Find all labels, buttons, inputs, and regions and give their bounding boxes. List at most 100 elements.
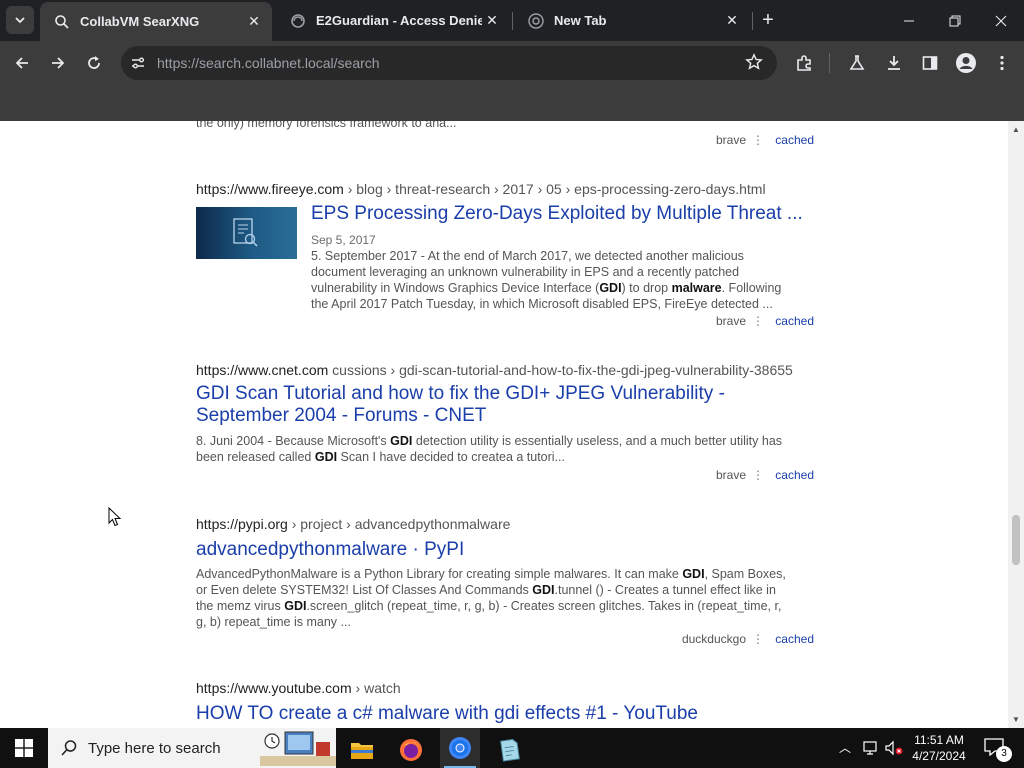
taskbar-firefox[interactable] <box>391 732 431 768</box>
snippet-line: AdvancedPythonMalware is a Python Librar… <box>196 566 810 582</box>
cached-link[interactable]: cached <box>775 133 814 147</box>
kebab-icon[interactable]: ⋮ <box>752 314 764 328</box>
notifications-button[interactable]: 3 <box>980 734 1016 762</box>
address-bar[interactable]: https://search.collabnet.local/search <box>121 46 777 80</box>
windows-taskbar: Type here to search ︿ 11:51 AM 4/27/2024… <box>0 728 1024 768</box>
search-highlight-illustration-icon <box>260 731 336 766</box>
side-panel-button[interactable] <box>916 49 944 77</box>
tab-search-button[interactable] <box>6 6 34 34</box>
result-snippet: AdvancedPythonMalware is a Python Librar… <box>196 566 810 630</box>
forward-button[interactable] <box>44 49 72 77</box>
result-title-link[interactable]: HOW TO create a c# malware with gdi effe… <box>196 703 698 725</box>
close-icon <box>995 15 1007 26</box>
back-button[interactable] <box>8 49 36 77</box>
result-url[interactable]: https://www.cnet.com cussions › gdi-scan… <box>196 362 814 378</box>
close-window-button[interactable] <box>978 0 1024 41</box>
taskbar-search-box[interactable]: Type here to search <box>48 728 336 768</box>
tab-new-tab[interactable]: New Tab ✕ <box>514 0 750 41</box>
searxng-favicon-icon <box>54 14 70 30</box>
firefox-icon <box>400 739 422 761</box>
extensions-button[interactable] <box>790 49 818 77</box>
start-button[interactable] <box>4 730 44 766</box>
cached-link[interactable]: cached <box>775 468 814 482</box>
snippet-line: 5. September 2017 - At the end of March … <box>311 249 744 263</box>
snippet-text: AdvancedPythonMalware is a Python Librar… <box>196 567 683 581</box>
minimize-button[interactable] <box>886 0 932 41</box>
result-url[interactable]: https://www.youtube.com › watch <box>196 680 401 696</box>
result-path: cussions › gdi-scan-tutorial-and-how-to-… <box>332 362 793 378</box>
menu-button[interactable] <box>988 49 1016 77</box>
new-tab-button[interactable]: + <box>756 8 780 32</box>
cached-link[interactable]: cached <box>775 632 814 646</box>
result-path: › project › advancedpythonmalware <box>291 516 511 532</box>
snippet-highlight: malware <box>671 281 722 295</box>
snippet-text: detection utility is essentially useless… <box>412 434 783 448</box>
snippet-text: 8. Juni 2004 - Because Microsoft's <box>196 434 391 448</box>
result-thumbnail[interactable] <box>196 207 297 259</box>
profile-button[interactable] <box>952 49 980 77</box>
snippet-text: the memz virus <box>196 599 285 613</box>
reload-button[interactable] <box>80 49 108 77</box>
site-settings-icon[interactable] <box>129 54 147 72</box>
close-tab-icon[interactable]: ✕ <box>482 11 502 31</box>
engine-label: brave <box>715 133 746 147</box>
snippet-highlight: GDI <box>390 434 413 448</box>
scroll-up-icon[interactable]: ▲ <box>1012 125 1020 134</box>
tab-divider <box>752 12 753 30</box>
flask-icon <box>849 55 865 70</box>
result-footer: brave ⋮ cached <box>690 314 814 330</box>
tab-strip: CollabVM SearXNG ✕ E2Guardian - Access D… <box>0 0 1024 41</box>
taskbar-chrome[interactable] <box>440 728 480 768</box>
puzzle-icon <box>797 55 811 71</box>
result-snippet: 5. September 2017 - At the end of March … <box>311 248 811 312</box>
network-icon[interactable] <box>862 740 880 756</box>
result-title-link[interactable]: GDI Scan Tutorial and how to fix the GDI… <box>196 383 806 427</box>
result-url[interactable]: https://pypi.org › project › advancedpyt… <box>196 516 510 532</box>
taskbar-app[interactable] <box>489 732 529 768</box>
tab-title: New Tab <box>554 13 607 28</box>
windows-logo-icon <box>15 739 33 757</box>
snippet-text: . Following <box>721 281 782 295</box>
chrome-icon <box>449 737 471 759</box>
downloads-button[interactable] <box>880 49 908 77</box>
snippet-text: vulnerability in Windows Graphics Device… <box>311 281 600 295</box>
bookmarks-bar <box>0 85 1024 121</box>
result-title-link[interactable]: advancedpythonmalware · PyPI <box>196 539 464 561</box>
clock-time: 11:51 AM <box>914 733 964 747</box>
toolbar-divider <box>829 53 830 73</box>
bookmark-star-icon[interactable] <box>745 53 765 73</box>
notepad-icon <box>500 739 520 762</box>
result-title-link[interactable]: EPS Processing Zero-Days Exploited by Mu… <box>311 203 811 225</box>
close-tab-icon[interactable]: ✕ <box>722 11 742 31</box>
clock-date: 4/27/2024 <box>912 749 966 763</box>
result-snippet: 8. Juni 2004 - Because Microsoft's GDI d… <box>196 433 810 465</box>
kebab-icon[interactable]: ⋮ <box>752 133 764 147</box>
tab-collabvm-searxng[interactable]: CollabVM SearXNG ✕ <box>40 2 272 41</box>
tab-e2guardian[interactable]: E2Guardian - Access Denied ✕ <box>276 0 510 41</box>
scroll-down-icon[interactable]: ▼ <box>1012 715 1020 724</box>
search-placeholder: Type here to search <box>88 739 221 757</box>
title-line: September 2004 - Forums - CNET <box>196 405 487 426</box>
volume-muted-icon[interactable] <box>884 740 904 756</box>
clock[interactable]: 11:51 AM 4/27/2024 <box>902 732 976 764</box>
search-icon <box>61 740 77 756</box>
taskbar-file-explorer[interactable] <box>342 732 382 768</box>
url-text: https://search.collabnet.local/search <box>157 55 380 71</box>
kebab-icon[interactable]: ⋮ <box>752 468 764 482</box>
labs-button[interactable] <box>843 49 871 77</box>
notification-count-badge: 3 <box>996 746 1012 762</box>
close-tab-icon[interactable]: ✕ <box>244 12 264 32</box>
page-scrollbar[interactable]: ▲ ▼ <box>1008 121 1024 728</box>
chevron-up-icon[interactable]: ︿ <box>839 739 851 756</box>
cached-link[interactable]: cached <box>775 314 814 328</box>
restore-button[interactable] <box>932 0 978 41</box>
snippet-text: ) to drop <box>621 281 672 295</box>
snippet-highlight: GDI <box>599 281 622 295</box>
result-domain: https://www.cnet.com <box>196 362 329 378</box>
tab-title: E2Guardian - Access Denied <box>316 13 482 28</box>
snippet-line: document leveraging an unknown vulnerabi… <box>311 265 740 279</box>
result-url[interactable]: https://www.fireeye.com › blog › threat-… <box>196 181 766 197</box>
scrollbar-thumb[interactable] <box>1012 515 1020 565</box>
kebab-icon[interactable]: ⋮ <box>752 632 764 646</box>
tab-title: CollabVM SearXNG <box>80 14 200 29</box>
